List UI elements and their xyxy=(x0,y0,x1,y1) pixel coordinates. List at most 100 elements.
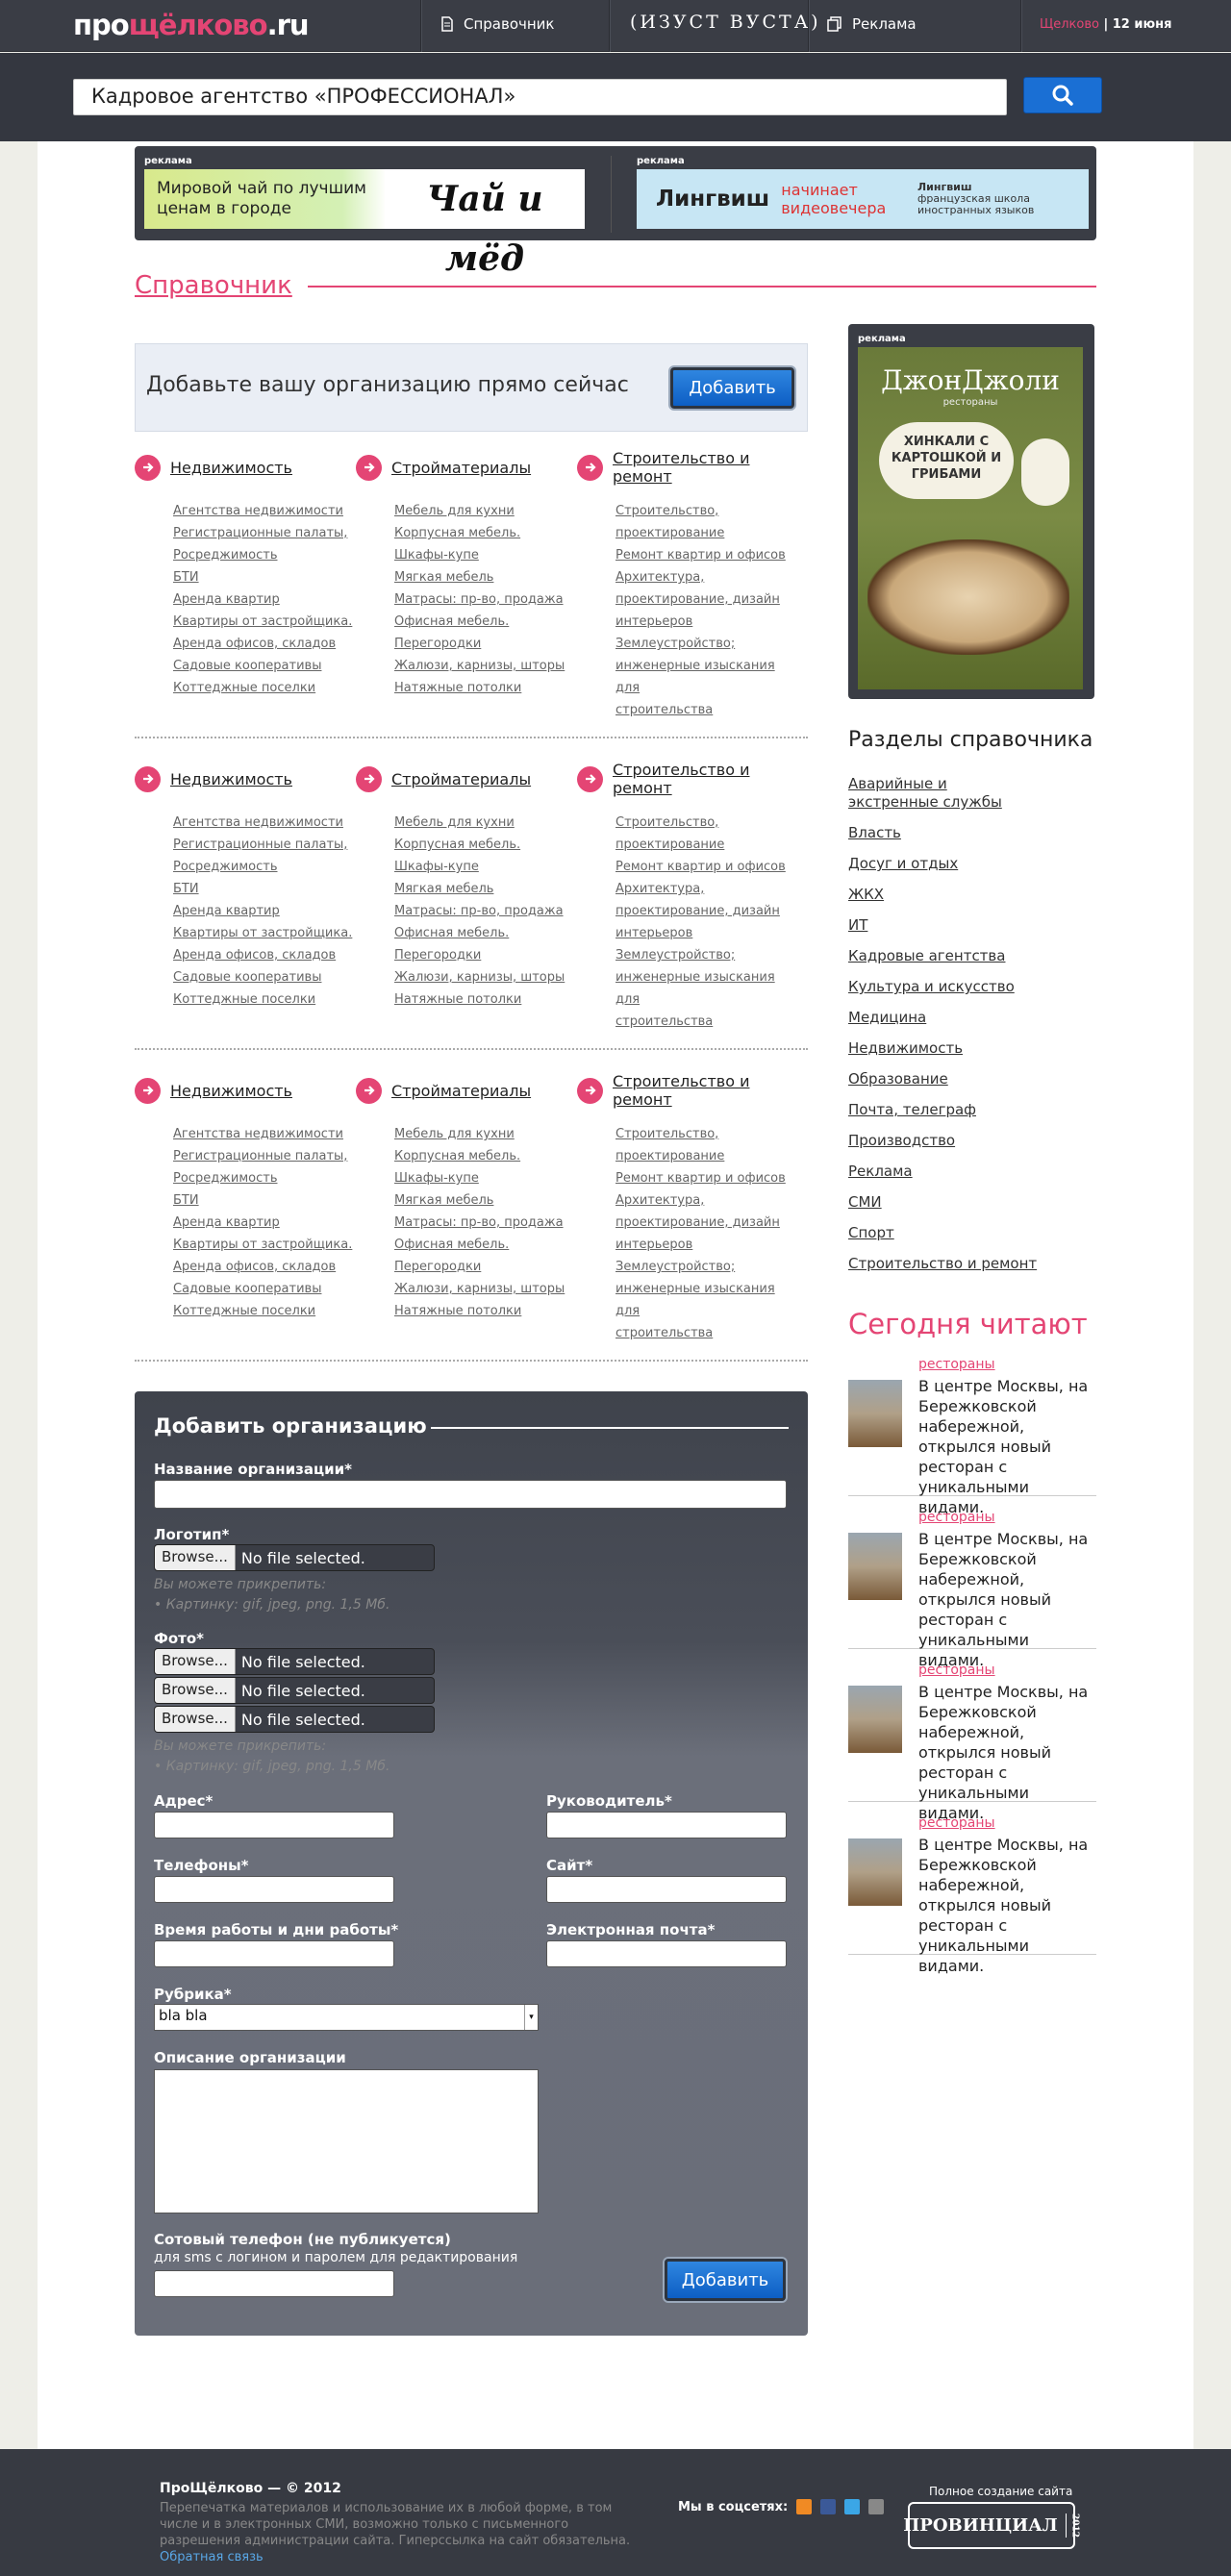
news-item[interactable]: рестораны В центре Москвы, на Бережковско… xyxy=(848,1663,1096,1822)
category-item-link[interactable]: Корпусная мебель. xyxy=(394,1145,577,1167)
category-item-link[interactable]: Аренда офисов, складов xyxy=(173,944,356,966)
category-item-link[interactable]: Мягкая мебель xyxy=(394,1189,577,1212)
facebook-icon[interactable] xyxy=(820,2499,837,2514)
news-item[interactable]: рестораны В центре Москвы, на Бережковско… xyxy=(848,1815,1096,1975)
sidebar-section-link[interactable]: Недвижимость xyxy=(848,1039,1094,1058)
category-item-link[interactable]: Жалюзи, карнизы, шторы xyxy=(394,655,577,677)
category-item-link[interactable]: Матрасы: пр-во, продажа xyxy=(394,588,577,611)
category-item-link[interactable]: Шкафы-купе xyxy=(394,544,577,566)
category-title-link[interactable]: Стройматериалы xyxy=(391,1082,531,1100)
category-item-link[interactable]: Архитектура, xyxy=(616,878,798,900)
arrow-right-icon[interactable] xyxy=(356,454,382,481)
category-title-link[interactable]: Стройматериалы xyxy=(391,770,531,788)
news-text[interactable]: В центре Москвы, на Бережковской набереж… xyxy=(918,1682,1092,1823)
category-item-link[interactable]: инженерные изыскания для xyxy=(616,655,798,699)
news-category-link[interactable]: рестораны xyxy=(918,1357,995,1372)
category-item-link[interactable]: БТИ xyxy=(173,1189,356,1212)
twitter-icon[interactable] xyxy=(844,2499,861,2514)
category-item-link[interactable]: Ремонт квартир и офисов xyxy=(616,856,798,878)
agency-logo[interactable]: ПРОВИНЦИАЛ 2012 xyxy=(903,2502,1080,2549)
logo-file-input[interactable]: Browse... No file selected. xyxy=(154,1544,435,1571)
category-item-link[interactable]: Регистрационные палаты, xyxy=(173,522,356,544)
search-button[interactable] xyxy=(1023,77,1102,113)
sidebar-section-link[interactable]: СМИ xyxy=(848,1193,1094,1212)
news-text[interactable]: В центре Москвы, на Бережковской набереж… xyxy=(918,1835,1092,1976)
category-item-link[interactable]: Квартиры от застройщика. xyxy=(173,1234,356,1256)
category-item-link[interactable]: Агентства недвижимости xyxy=(173,812,356,834)
sidebar-section-link[interactable]: ИТ xyxy=(848,916,1094,935)
category-item-link[interactable]: Матрасы: пр-во, продажа xyxy=(394,1212,577,1234)
phones-input[interactable] xyxy=(154,1876,394,1903)
ad-banner-linguish[interactable]: Лингвиш начинает видеовечера Лингвиш фран… xyxy=(637,169,1089,229)
category-title-link[interactable]: Строительство и ремонт xyxy=(613,761,798,797)
category-item-link[interactable]: Перегородки xyxy=(394,1256,577,1278)
category-title-link[interactable]: Строительство и ремонт xyxy=(613,449,798,486)
category-item-link[interactable]: Агентства недвижимости xyxy=(173,1123,356,1145)
news-text[interactable]: В центре Москвы, на Бережковской набереж… xyxy=(918,1529,1092,1670)
category-item-link[interactable]: Мебель для кухни xyxy=(394,500,577,522)
photo-file-input-3[interactable]: Browse... No file selected. xyxy=(154,1706,435,1733)
description-textarea[interactable] xyxy=(154,2069,539,2213)
arrow-right-icon[interactable] xyxy=(577,765,603,792)
arrow-right-icon[interactable] xyxy=(577,1077,603,1104)
site-input[interactable] xyxy=(546,1876,787,1903)
arrow-right-icon[interactable] xyxy=(135,765,161,792)
category-item-link[interactable]: Росреджимость xyxy=(173,1167,356,1189)
search-input[interactable]: Кадровое агентство «ПРОФЕССИОНАЛ» xyxy=(73,79,1007,115)
category-title-link[interactable]: Стройматериалы xyxy=(391,459,531,477)
news-item[interactable]: рестораны В центре Москвы, на Бережковско… xyxy=(848,1357,1096,1516)
sidebar-section-link[interactable]: Кадровые агентства xyxy=(848,947,1094,965)
category-item-link[interactable]: Жалюзи, карнизы, шторы xyxy=(394,1278,577,1300)
category-item-link[interactable]: Росреджимость xyxy=(173,544,356,566)
category-item-link[interactable]: Строительство, xyxy=(616,812,798,834)
arrow-right-icon[interactable] xyxy=(356,765,382,792)
category-item-link[interactable]: Перегородки xyxy=(394,944,577,966)
category-item-link[interactable]: Шкафы-купе xyxy=(394,856,577,878)
sidebar-section-link[interactable]: Медицина xyxy=(848,1009,1094,1027)
news-category-link[interactable]: рестораны xyxy=(918,1815,995,1831)
category-item-link[interactable]: Коттеджные поселки xyxy=(173,988,356,1011)
address-input[interactable] xyxy=(154,1812,394,1838)
submit-button[interactable]: Добавить xyxy=(665,2259,786,2301)
brand-wordmark[interactable]: (ИЗУСТ ВУСТА) xyxy=(630,12,821,33)
photo-file-input-1[interactable]: Browse... No file selected. xyxy=(154,1648,435,1675)
category-item-link[interactable]: Ремонт квартир и офисов xyxy=(616,1167,798,1189)
arrow-right-icon[interactable] xyxy=(356,1077,382,1104)
category-item-link[interactable]: Офисная мебель. xyxy=(394,1234,577,1256)
news-item[interactable]: рестораны В центре Москвы, на Бережковско… xyxy=(848,1510,1096,1669)
category-item-link[interactable]: Шкафы-купе xyxy=(394,1167,577,1189)
category-item-link[interactable]: Коттеджные поселки xyxy=(173,1300,356,1322)
category-item-link[interactable]: проектирование, дизайн xyxy=(616,1212,798,1234)
category-item-link[interactable]: Аренда офисов, складов xyxy=(173,1256,356,1278)
category-item-link[interactable]: Строительство, xyxy=(616,1123,798,1145)
category-item-link[interactable]: Росреджимость xyxy=(173,856,356,878)
category-item-link[interactable]: Квартиры от застройщика. xyxy=(173,611,356,633)
category-item-link[interactable]: Аренда квартир xyxy=(173,588,356,611)
category-item-link[interactable]: БТИ xyxy=(173,566,356,588)
category-item-link[interactable]: Корпусная мебель. xyxy=(394,522,577,544)
category-item-link[interactable]: Натяжные потолки xyxy=(394,677,577,699)
category-item-link[interactable]: Аренда квартир xyxy=(173,900,356,922)
category-item-link[interactable]: Садовые кооперативы xyxy=(173,655,356,677)
category-item-link[interactable]: Регистрационные палаты, xyxy=(173,834,356,856)
news-category-link[interactable]: рестораны xyxy=(918,1663,995,1678)
category-item-link[interactable]: Матрасы: пр-во, продажа xyxy=(394,900,577,922)
category-item-link[interactable]: Аренда квартир xyxy=(173,1212,356,1234)
category-item-link[interactable]: Перегородки xyxy=(394,633,577,655)
category-item-link[interactable]: проектирование xyxy=(616,834,798,856)
category-item-link[interactable]: Мягкая мебель xyxy=(394,566,577,588)
category-item-link[interactable]: Натяжные потолки xyxy=(394,1300,577,1322)
category-item-link[interactable]: Аренда офисов, складов xyxy=(173,633,356,655)
sidebar-section-link[interactable]: Власть xyxy=(848,824,1094,842)
category-item-link[interactable]: Агентства недвижимости xyxy=(173,500,356,522)
sidebar-section-link[interactable]: Аварийные и экстренные службы xyxy=(848,775,1041,812)
category-item-link[interactable]: Садовые кооперативы xyxy=(173,966,356,988)
category-item-link[interactable]: Регистрационные палаты, xyxy=(173,1145,356,1167)
category-item-link[interactable]: строительства xyxy=(616,1011,798,1033)
sidebar-section-link[interactable]: Почта, телеграф xyxy=(848,1101,1094,1119)
category-item-link[interactable]: Коттеджные поселки xyxy=(173,677,356,699)
category-item-link[interactable]: Мебель для кухни xyxy=(394,1123,577,1145)
category-item-link[interactable]: Землеустройство; xyxy=(616,633,798,655)
photo-file-input-2[interactable]: Browse... No file selected. xyxy=(154,1677,435,1704)
sidebar-section-link[interactable]: ЖКХ xyxy=(848,886,1094,904)
